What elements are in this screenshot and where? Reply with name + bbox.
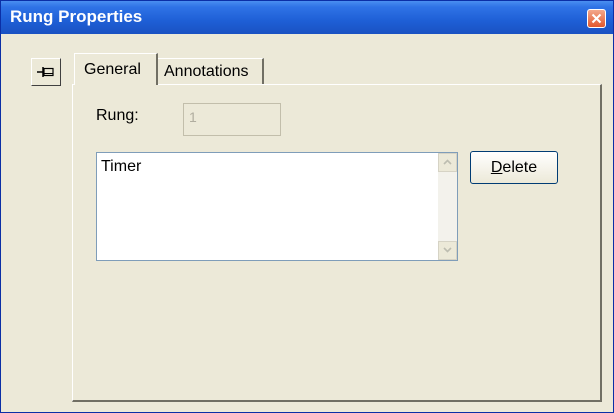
tab-general[interactable]: General [74,53,158,85]
rung-label: Rung: [96,107,139,124]
delete-button-label: elete [502,159,538,176]
delete-button-accelerator: D [490,159,503,176]
rung-number-field: 1 [183,103,281,136]
tab-annotations[interactable]: Annotations [158,58,264,84]
title-bar[interactable]: Rung Properties [1,1,613,34]
pin-icon [37,67,54,77]
vertical-scrollbar[interactable] [438,153,457,260]
tab-annotations-label: Annotations [164,63,249,80]
list-item[interactable]: Timer [101,158,141,176]
pin-button[interactable] [31,58,61,86]
close-button[interactable] [587,9,606,28]
close-icon [591,13,602,24]
window-title: Rung Properties [10,7,143,26]
scroll-down-button[interactable] [438,241,457,260]
arrow-down-icon [443,247,452,253]
arrow-up-icon [443,159,452,165]
annotation-list[interactable]: Timer [96,152,458,261]
tab-general-label: General [84,61,141,78]
scroll-up-button[interactable] [438,153,457,172]
delete-button[interactable]: Delete [470,151,558,184]
